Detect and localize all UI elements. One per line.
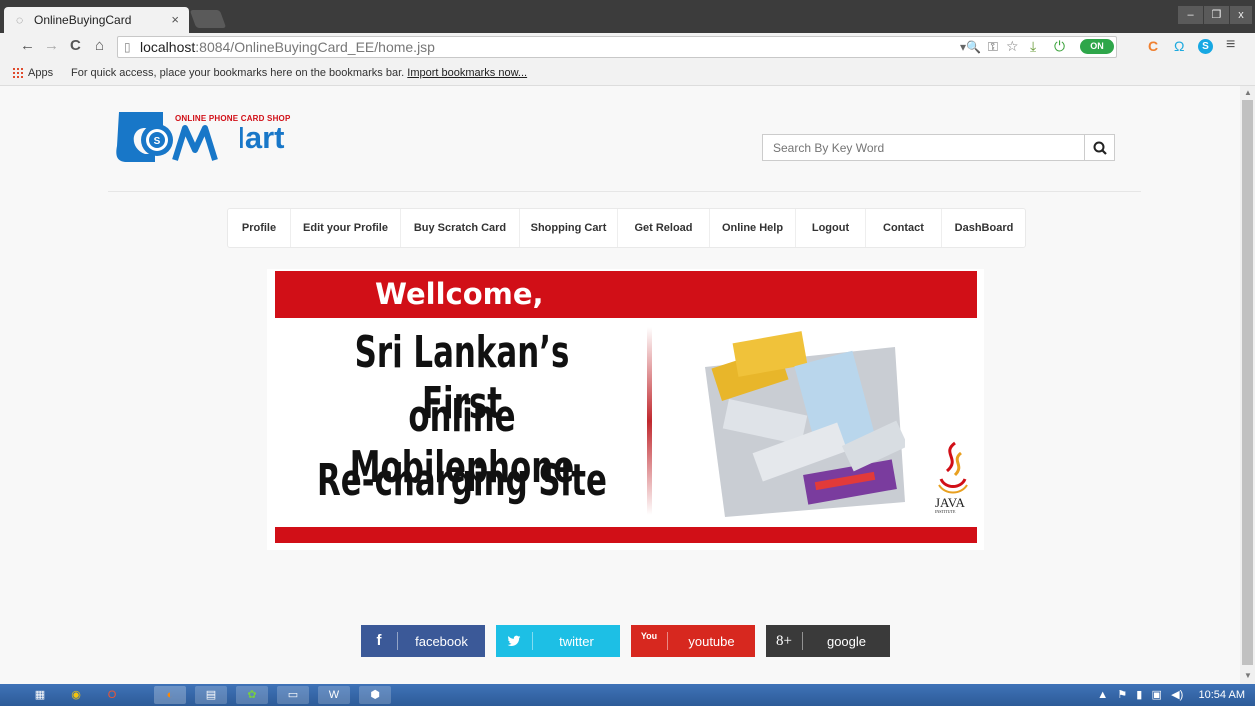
netbeans-taskbar-icon[interactable]: ◐ (154, 686, 186, 704)
scrollbar-thumb[interactable] (1242, 100, 1253, 665)
app-taskbar-icon[interactable]: ✿ (236, 686, 268, 704)
nav-online-help[interactable]: Online Help (710, 209, 796, 247)
tab-title: OnlineBuyingCard (34, 13, 132, 27)
word-taskbar-icon[interactable]: W (318, 686, 350, 704)
logo-tagline: ONLINE PHONE CARD SHOP (175, 114, 291, 123)
google-plus-icon: 8+ (776, 633, 792, 649)
tab-strip: ◌ OnlineBuyingCard × – ❐ x (0, 0, 1255, 33)
google-button[interactable]: 8+ google (766, 625, 890, 657)
bookmarks-hint: For quick access, place your bookmarks h… (71, 67, 528, 79)
banner-line-3: Re-charging Site (317, 455, 607, 506)
twitter-button[interactable]: twitter (496, 625, 620, 657)
headphones-extension-icon[interactable]: Ω (1174, 38, 1184, 54)
download-extension-icon[interactable]: ⤓ (1030, 38, 1036, 55)
close-window-button[interactable]: x (1230, 6, 1252, 24)
facebook-label: facebook (415, 634, 468, 649)
start-button[interactable]: ▦ (24, 686, 56, 704)
key-icon[interactable]: ⚿ (988, 39, 998, 55)
page-favicon-icon: ◌ (16, 13, 24, 27)
twitter-icon (496, 625, 532, 657)
search-button[interactable] (1084, 134, 1115, 161)
java-logo-subtext: INSTITUTE (935, 509, 956, 514)
toggle-extension-icon[interactable]: ON (1080, 39, 1114, 54)
scroll-up-icon[interactable]: ▲ (1244, 88, 1252, 97)
youtube-icon: You (640, 631, 658, 641)
files-taskbar-icon[interactable]: ▤ (195, 686, 227, 704)
tab-close-button[interactable]: × (171, 12, 179, 27)
banner-bottom-bar (275, 527, 977, 543)
header-divider (108, 191, 1141, 192)
tray-arrow-icon[interactable]: ▲ (1097, 689, 1108, 701)
reload-button[interactable]: C (70, 37, 81, 54)
new-tab-button[interactable] (189, 10, 227, 28)
apps-link[interactable]: Apps (28, 67, 53, 79)
site-logo[interactable]: S ONLINE PHONE CARD SHOP Mart (115, 108, 310, 168)
scroll-down-icon[interactable]: ▼ (1244, 671, 1252, 680)
banner-divider (647, 327, 652, 515)
volume-icon[interactable]: ◀) (1171, 689, 1183, 701)
home-icon[interactable]: ⌂ (95, 37, 104, 54)
forward-button[interactable]: → (44, 37, 59, 54)
zoom-icon[interactable]: ▾🔍 (960, 40, 981, 54)
apps-grid-icon[interactable] (12, 67, 23, 78)
google-label: google (826, 634, 867, 649)
address-bar[interactable]: ▯ localhost:8084/OnlineBuyingCard_EE/hom… (117, 36, 1117, 58)
menu-icon[interactable]: ≡ (1226, 36, 1235, 54)
twitter-bird-icon (507, 635, 521, 647)
windows-taskbar: ▦ ◉ O ◐ ▤ ✿ ▭ W ⬢ ▲ ⚑ ▮ ▣ ◀) 10:54 AM (0, 684, 1255, 706)
url-text: localhost:8084/OnlineBuyingCard_EE/home.… (140, 39, 435, 55)
network-icon[interactable]: ▣ (1152, 689, 1162, 701)
facebook-icon: f (376, 632, 382, 649)
youtube-button[interactable]: You youtube (631, 625, 755, 657)
svg-text:S: S (154, 136, 161, 147)
welcome-banner: Wellcome, Sri Lankan’s First online Mobi… (267, 269, 984, 550)
search-input[interactable] (762, 134, 1085, 161)
explorer-taskbar-icon[interactable]: ▭ (277, 686, 309, 704)
skype-extension-icon[interactable]: S (1198, 39, 1213, 54)
youtube-label: youtube (688, 634, 735, 649)
banner-welcome: Wellcome, (375, 277, 544, 311)
restore-button[interactable]: ❐ (1204, 6, 1229, 24)
browser-tab[interactable]: ◌ OnlineBuyingCard × (4, 7, 189, 33)
opera-taskbar-icon[interactable]: O (96, 686, 128, 704)
clock[interactable]: 10:54 AM (1199, 689, 1245, 701)
nav-get-reload[interactable]: Get Reload (618, 209, 710, 247)
battery-icon[interactable]: ▮ (1136, 689, 1142, 701)
page-scrollbar[interactable]: ▲ ▼ (1240, 86, 1255, 684)
import-bookmarks-link[interactable]: Import bookmarks now... (407, 67, 527, 79)
nav-buy-scratch-card[interactable]: Buy Scratch Card (401, 209, 520, 247)
search-icon (1093, 141, 1107, 155)
nav-logout[interactable]: Logout (796, 209, 866, 247)
nav-profile[interactable]: Profile (228, 209, 291, 247)
back-button[interactable]: ← (20, 37, 35, 54)
facebook-button[interactable]: f facebook (361, 625, 485, 657)
nav-contact[interactable]: Contact (866, 209, 942, 247)
system-tray: ▲ ⚑ ▮ ▣ ◀) 10:54 AM (1097, 688, 1245, 701)
scratch-cards-image (705, 331, 905, 517)
twitter-label: twitter (559, 634, 594, 649)
bookmark-star-icon[interactable]: ☆ (1006, 38, 1019, 55)
page-content: S ONLINE PHONE CARD SHOP Mart Profile Ed… (0, 86, 1240, 684)
minimize-button[interactable]: – (1178, 6, 1203, 24)
bookmarks-bar: Apps For quick access, place your bookma… (0, 61, 1255, 86)
main-nav: Profile Edit your Profile Buy Scratch Ca… (227, 208, 1026, 248)
browser-toolbar: ← → C ⌂ ▯ localhost:8084/OnlineBuyingCar… (0, 33, 1255, 61)
flag-icon[interactable]: ⚑ (1117, 689, 1127, 701)
page-icon: ▯ (124, 40, 131, 54)
nav-shopping-cart[interactable]: Shopping Cart (520, 209, 618, 247)
chrome-taskbar-icon[interactable]: ◉ (60, 686, 92, 704)
nav-edit-profile[interactable]: Edit your Profile (291, 209, 401, 247)
power-extension-icon[interactable]: ⏻ (1054, 38, 1065, 55)
shield-taskbar-icon[interactable]: ⬢ (359, 686, 391, 704)
c-extension-icon[interactable]: C (1148, 38, 1158, 54)
nav-dashboard[interactable]: DashBoard (942, 209, 1026, 247)
